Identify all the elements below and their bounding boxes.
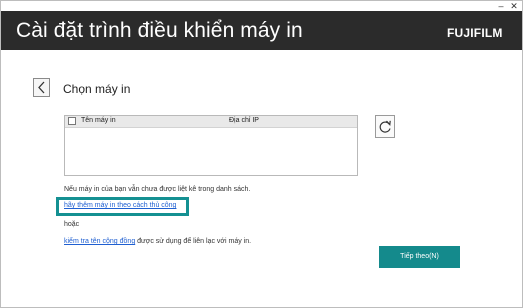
- printer-table[interactable]: Tên máy in Địa chỉ IP: [64, 115, 358, 176]
- add-printer-manually-link[interactable]: hãy thêm máy in theo cách thủ công: [64, 202, 176, 209]
- app-title: Cài đặt trình điều khiển máy in: [16, 19, 303, 42]
- logo-text: FUJIFILM: [447, 26, 503, 40]
- app-header: Cài đặt trình điều khiển máy in FUJIFILM: [1, 11, 522, 50]
- installer-window: – ✕ Cài đặt trình điều khiển máy in FUJI…: [0, 0, 523, 308]
- column-header-printer-name[interactable]: Tên máy in: [81, 117, 116, 124]
- close-button[interactable]: ✕: [508, 1, 520, 11]
- check-community-name-link[interactable]: kiểm tra tên cộng đồng: [64, 238, 135, 245]
- select-all-checkbox[interactable]: [68, 117, 76, 125]
- fujifilm-logo: FUJIFILM: [447, 26, 503, 40]
- chevron-left-icon: [38, 81, 45, 94]
- refresh-button[interactable]: [375, 115, 395, 138]
- minimize-button[interactable]: –: [495, 1, 507, 11]
- next-button[interactable]: Tiếp theo(N): [379, 246, 460, 268]
- refresh-icon: [379, 120, 391, 133]
- table-header: Tên máy in Địa chỉ IP: [65, 116, 357, 128]
- community-name-line: kiểm tra tên cộng đồng được sử dụng để l…: [64, 238, 251, 245]
- page-title: Chọn máy in: [63, 82, 131, 96]
- window-titlebar: – ✕: [1, 1, 522, 11]
- not-found-text: Nếu máy in của bạn vẫn chưa được liệt kê…: [64, 186, 251, 193]
- or-text: hoặc: [64, 221, 80, 228]
- column-header-ip-address[interactable]: Địa chỉ IP: [229, 117, 259, 124]
- back-button[interactable]: [33, 78, 50, 97]
- community-name-suffix: được sử dụng để liên lạc với máy in.: [135, 238, 252, 245]
